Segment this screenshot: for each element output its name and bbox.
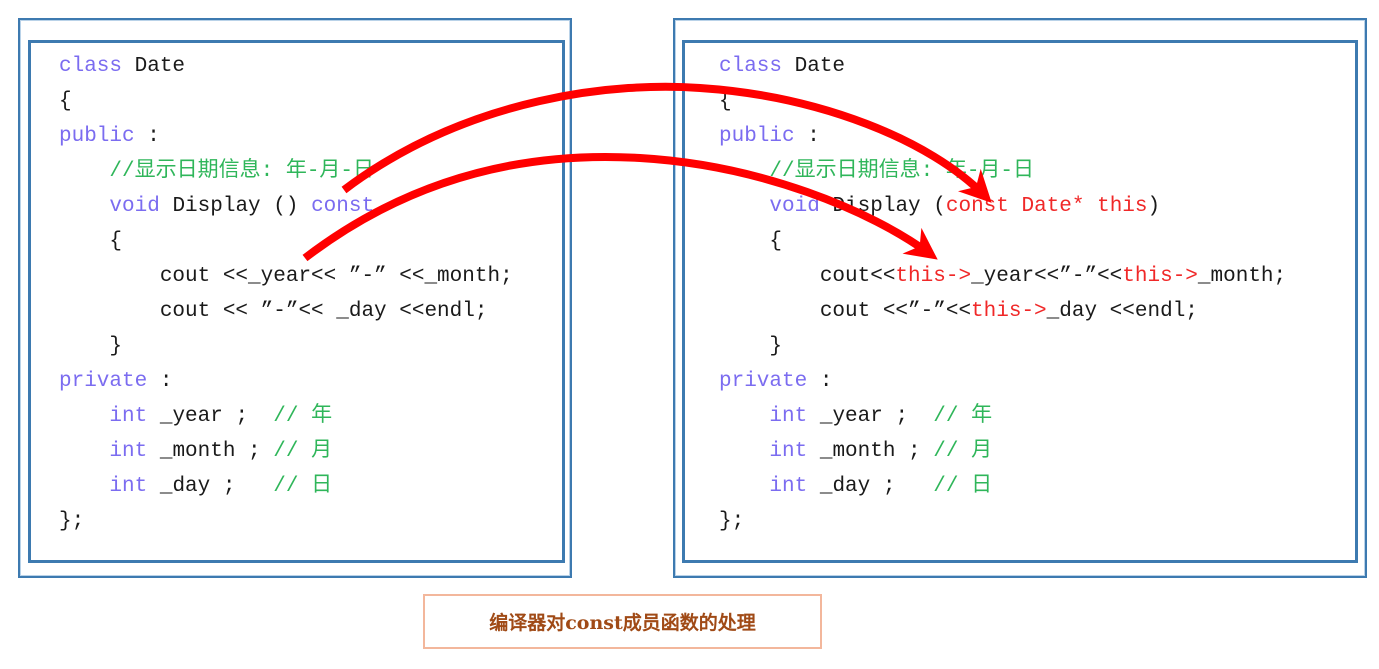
code-highlight: this-> xyxy=(1122,265,1198,288)
code-comment: // 月 xyxy=(273,440,333,463)
caption-label: 编译器对const成员函数的处理 xyxy=(423,594,822,649)
code-line: { xyxy=(719,84,1286,119)
code-text: : xyxy=(147,370,173,393)
code-line: } xyxy=(59,329,513,364)
code-line: { xyxy=(719,224,1286,259)
code-keyword: public xyxy=(59,125,135,148)
code-text: cout<< xyxy=(719,265,896,288)
code-text: _year<<”-”<< xyxy=(971,265,1123,288)
code-line: public : xyxy=(59,119,513,154)
code-line: //显示日期信息: 年-月-日 xyxy=(59,154,513,189)
code-keyword: void xyxy=(109,195,160,218)
right-code-listing: class Date { public : //显示日期信息: 年-月-日 void… xyxy=(719,49,1286,539)
code-text: _year ; xyxy=(147,405,274,428)
code-line: public : xyxy=(719,119,1286,154)
code-text: _month ; xyxy=(147,440,274,463)
code-keyword: int xyxy=(769,440,808,463)
code-text: _day ; xyxy=(147,475,274,498)
code-line: private : xyxy=(719,364,1286,399)
code-keyword: void xyxy=(769,195,820,218)
code-line: int _year ; // 年 xyxy=(719,399,1286,434)
code-text: }; xyxy=(59,510,85,533)
code-line: cout <<_year<< ”-” <<_month; xyxy=(59,259,513,294)
code-comment: // 月 xyxy=(933,440,993,463)
code-text: Display () xyxy=(159,195,312,218)
code-keyword: int xyxy=(769,475,808,498)
code-line: { xyxy=(59,84,513,119)
code-highlight: this-> xyxy=(895,265,972,288)
code-text: ) xyxy=(1147,195,1161,218)
code-line: { xyxy=(59,224,513,259)
code-comment: // 日 xyxy=(933,475,993,498)
code-text: Date xyxy=(782,55,846,78)
code-keyword: int xyxy=(769,405,808,428)
code-keyword: class xyxy=(59,55,123,78)
code-line: void Display (const Date* this) xyxy=(719,189,1286,224)
code-line: } xyxy=(719,329,1286,364)
code-keyword: private xyxy=(719,370,808,393)
code-text: _month ; xyxy=(807,440,934,463)
code-text: } xyxy=(719,335,783,358)
code-text: : xyxy=(794,125,820,148)
code-text: cout <<”-”<< xyxy=(719,300,972,323)
code-text: : xyxy=(134,125,160,148)
code-text: cout << ”-”<< _day <<endl; xyxy=(59,300,488,323)
code-text: Display ( xyxy=(819,195,946,218)
code-text: } xyxy=(59,335,123,358)
code-text: _month; xyxy=(1197,265,1287,288)
code-line: int _year ; // 年 xyxy=(59,399,513,434)
code-line: private : xyxy=(59,364,513,399)
code-text: : xyxy=(807,370,833,393)
code-line: int _day ; // 日 xyxy=(719,469,1286,504)
code-keyword: private xyxy=(59,370,148,393)
code-line: void Display () const xyxy=(59,189,513,224)
code-text: Date xyxy=(122,55,186,78)
code-text: _day <<endl; xyxy=(1046,300,1198,323)
code-text: _day ; xyxy=(807,475,934,498)
code-comment: // 年 xyxy=(273,405,333,428)
code-line: cout <<”-”<<this->_day <<endl; xyxy=(719,294,1286,329)
code-highlight: this-> xyxy=(971,300,1047,323)
code-highlight: const Date* this xyxy=(945,195,1148,218)
code-line: }; xyxy=(59,504,513,539)
code-line: class Date xyxy=(59,49,513,84)
code-comment: //显示日期信息: 年-月-日 xyxy=(109,160,375,183)
code-line: }; xyxy=(719,504,1286,539)
code-keyword: int xyxy=(109,475,148,498)
code-text: { xyxy=(719,230,783,253)
code-text: _year ; xyxy=(807,405,934,428)
left-code-listing: class Date { public : //显示日期信息: 年-月-日 void… xyxy=(59,49,513,539)
code-line: cout<<this->_year<<”-”<<this->_month; xyxy=(719,259,1286,294)
code-line: int _month ; // 月 xyxy=(59,434,513,469)
code-text: }; xyxy=(719,510,745,533)
code-keyword: class xyxy=(719,55,783,78)
code-keyword: const xyxy=(311,195,375,218)
code-keyword: int xyxy=(109,405,148,428)
code-text: { xyxy=(59,90,72,113)
code-line: cout << ”-”<< _day <<endl; xyxy=(59,294,513,329)
code-line: //显示日期信息: 年-月-日 xyxy=(719,154,1286,189)
code-text: { xyxy=(719,90,732,113)
code-line: int _day ; // 日 xyxy=(59,469,513,504)
code-keyword: public xyxy=(719,125,795,148)
code-text: cout <<_year<< ”-” <<_month; xyxy=(59,265,513,288)
code-text: { xyxy=(59,230,123,253)
code-comment: // 日 xyxy=(273,475,333,498)
code-comment: //显示日期信息: 年-月-日 xyxy=(769,160,1035,183)
code-comment: // 年 xyxy=(933,405,993,428)
code-line: class Date xyxy=(719,49,1286,84)
code-line: int _month ; // 月 xyxy=(719,434,1286,469)
code-keyword: int xyxy=(109,440,148,463)
